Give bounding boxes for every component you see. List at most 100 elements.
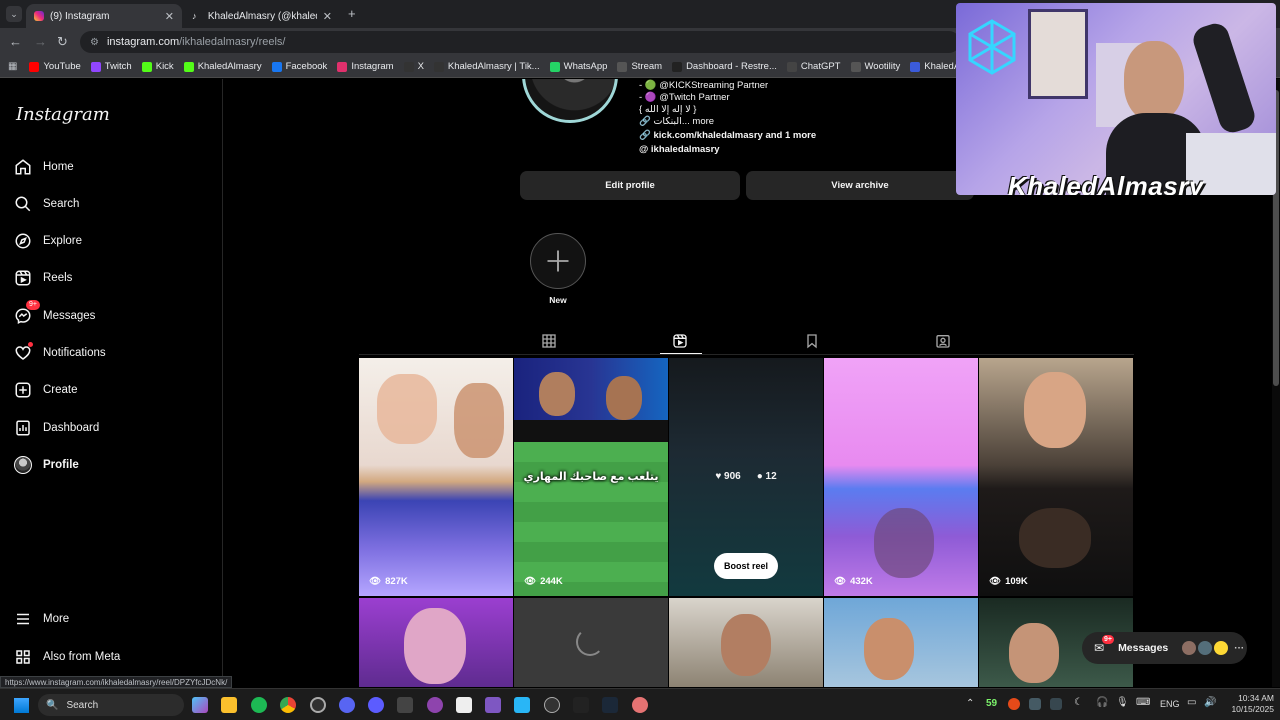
- back-arrow-icon[interactable]: ←: [9, 34, 22, 49]
- view-archive-button[interactable]: View archive: [746, 171, 974, 200]
- sidebar-item-home[interactable]: Home: [14, 154, 204, 180]
- bookmark-label: KhaledAlmasry: [197, 61, 262, 72]
- network-icon[interactable]: ▭: [1187, 697, 1196, 708]
- windows-start-icon[interactable]: [14, 698, 29, 713]
- bookmark-label: Stream: [631, 61, 663, 72]
- sidebar-item-messages[interactable]: 9+ Messages: [14, 300, 204, 329]
- sidebar-item-profile[interactable]: Profile: [14, 452, 204, 478]
- speaker-icon[interactable]: 🔊: [1204, 697, 1216, 708]
- bookmark-item[interactable]: Wootility: [850, 61, 900, 72]
- tab-tagged-icon[interactable]: [935, 333, 951, 349]
- bio-more[interactable]: 🔗 البنكات... more: [639, 116, 714, 127]
- bookmark-item[interactable]: ChatGPT: [786, 61, 841, 72]
- boost-reel-button[interactable]: Boost reel: [714, 553, 778, 579]
- sidebar-item-reels[interactable]: Reels: [14, 265, 204, 291]
- sidebar-item-notifications[interactable]: Notifications: [14, 340, 204, 366]
- bookmark-item[interactable]: WhatsApp: [549, 61, 607, 72]
- bookmark-item[interactable]: Twitch: [90, 61, 132, 72]
- reload-icon[interactable]: ↻: [57, 34, 68, 50]
- chrome-icon[interactable]: [280, 697, 296, 713]
- spotify-icon[interactable]: [251, 697, 267, 713]
- tab-posts-grid-icon[interactable]: [541, 333, 557, 349]
- discord-icon[interactable]: [339, 697, 355, 713]
- bookmark-item[interactable]: Stream: [617, 61, 662, 72]
- copilot-icon[interactable]: [192, 697, 208, 713]
- bio-website-link[interactable]: 🔗 kick.com/khaledalmasry and 1 more: [639, 130, 816, 141]
- tab-saved-bookmark-icon[interactable]: [804, 333, 820, 349]
- bookmark-favicon-icon: [786, 61, 797, 72]
- reel-tile[interactable]: يتلعب مع صاحبك المهاري 👁 244K: [514, 358, 668, 596]
- address-bar[interactable]: ⚙ instagram.com/ikhaledalmasry/reels/: [80, 31, 960, 53]
- tabs-divider: [359, 354, 1134, 355]
- bookmark-item[interactable]: Instagram: [337, 61, 394, 72]
- obs-icon[interactable]: [310, 697, 326, 713]
- profile-avatar[interactable]: [522, 79, 618, 123]
- sidebar-item-create[interactable]: Create: [14, 377, 204, 403]
- bookmark-label: ChatGPT: [800, 61, 841, 72]
- tray-app-icon[interactable]: ☾: [1074, 697, 1083, 708]
- reel-tile[interactable]: 👁 827K: [359, 358, 513, 596]
- bookmark-item[interactable]: Dashboard - Restre...: [672, 61, 777, 72]
- app-icon[interactable]: [573, 697, 589, 713]
- reel-tile[interactable]: [824, 598, 978, 687]
- app-icon[interactable]: [368, 697, 384, 713]
- app-icon[interactable]: [485, 697, 501, 713]
- reel-tile-hover[interactable]: ♥ 906 ● 12 Boost reel: [669, 358, 823, 596]
- reel-tile-loading[interactable]: [514, 598, 668, 687]
- messages-pill[interactable]: ✉ 9+ Messages ···: [1082, 632, 1247, 664]
- file-explorer-icon[interactable]: [221, 697, 237, 713]
- reel-tile[interactable]: 👁 109K: [979, 358, 1133, 596]
- reel-tile[interactable]: [359, 598, 513, 687]
- app-icon[interactable]: [397, 697, 413, 713]
- instagram-logo[interactable]: Instagram: [16, 104, 110, 125]
- close-tab-icon[interactable]: ✕: [165, 10, 174, 23]
- bookmark-item[interactable]: Facebook: [271, 61, 327, 72]
- keyboard-icon[interactable]: ⌨: [1136, 697, 1150, 708]
- forward-arrow-icon[interactable]: →: [34, 34, 47, 49]
- new-highlight-button[interactable]: [530, 233, 586, 289]
- bookmark-item[interactable]: X: [403, 61, 424, 72]
- tray-app-icon[interactable]: [1029, 698, 1041, 710]
- browser-tab-instagram[interactable]: (9) Instagram ✕: [26, 4, 182, 28]
- tab-search-icon[interactable]: ⌄: [6, 6, 22, 22]
- edit-profile-button[interactable]: Edit profile: [520, 171, 740, 200]
- tray-app-icon[interactable]: [1008, 698, 1020, 710]
- language-indicator[interactable]: ENG: [1160, 699, 1180, 709]
- reel-tile[interactable]: 👁 432K: [824, 358, 978, 596]
- bookmark-item[interactable]: KhaledAlmasry | Tik...: [433, 61, 540, 72]
- new-highlight-label: New: [549, 295, 567, 305]
- sidebar-item-search[interactable]: Search: [14, 191, 204, 217]
- close-tab-icon[interactable]: ✕: [323, 10, 332, 23]
- sidebar-item-explore[interactable]: Explore: [14, 228, 204, 254]
- sidebar-item-label: Profile: [43, 459, 79, 471]
- reel-tile[interactable]: [669, 598, 823, 687]
- app-icon[interactable]: [456, 697, 472, 713]
- app-icon[interactable]: [632, 697, 648, 713]
- app-icon[interactable]: [427, 697, 443, 713]
- bookmark-item[interactable]: KhaledAlmasry: [183, 61, 262, 72]
- browser-tab-title: KhaledAlmasry (@khaledalmas: [207, 10, 317, 22]
- avatar: [1198, 641, 1213, 655]
- microphone-icon[interactable]: 🎙: [1116, 697, 1129, 708]
- sidebar-item-dashboard[interactable]: Dashboard: [14, 415, 204, 441]
- browser-tab-tiktok[interactable]: ♪ KhaledAlmasry (@khaledalmas ✕: [184, 4, 340, 28]
- tray-chevron-icon[interactable]: ⌃: [966, 698, 974, 709]
- sidebar-item-also-from-meta[interactable]: Also from Meta: [14, 644, 204, 670]
- headset-icon[interactable]: 🎧: [1096, 697, 1108, 708]
- site-info-icon[interactable]: ⚙: [90, 37, 99, 48]
- tab-reels-icon[interactable]: [672, 333, 688, 349]
- clock[interactable]: 10:34 AM 10/15/2025: [1222, 693, 1274, 715]
- more-dots-icon: ···: [1234, 642, 1245, 654]
- taskbar-search[interactable]: 🔍 Search: [38, 694, 184, 716]
- apps-grid-icon[interactable]: ▦: [8, 61, 17, 72]
- tray-app-icon[interactable]: [1050, 698, 1062, 710]
- bookmark-item[interactable]: YouTube: [29, 61, 81, 72]
- bookmark-item[interactable]: Kick: [141, 61, 174, 72]
- view-count: 👁 432K: [834, 576, 873, 587]
- sidebar-item-more[interactable]: More: [14, 606, 204, 632]
- app-icon[interactable]: [544, 697, 560, 713]
- bio-threads-link[interactable]: @ ikhaledalmasry: [639, 144, 720, 155]
- steam-icon[interactable]: [602, 697, 618, 713]
- app-icon[interactable]: [514, 697, 530, 713]
- new-tab-icon[interactable]: +: [348, 6, 356, 21]
